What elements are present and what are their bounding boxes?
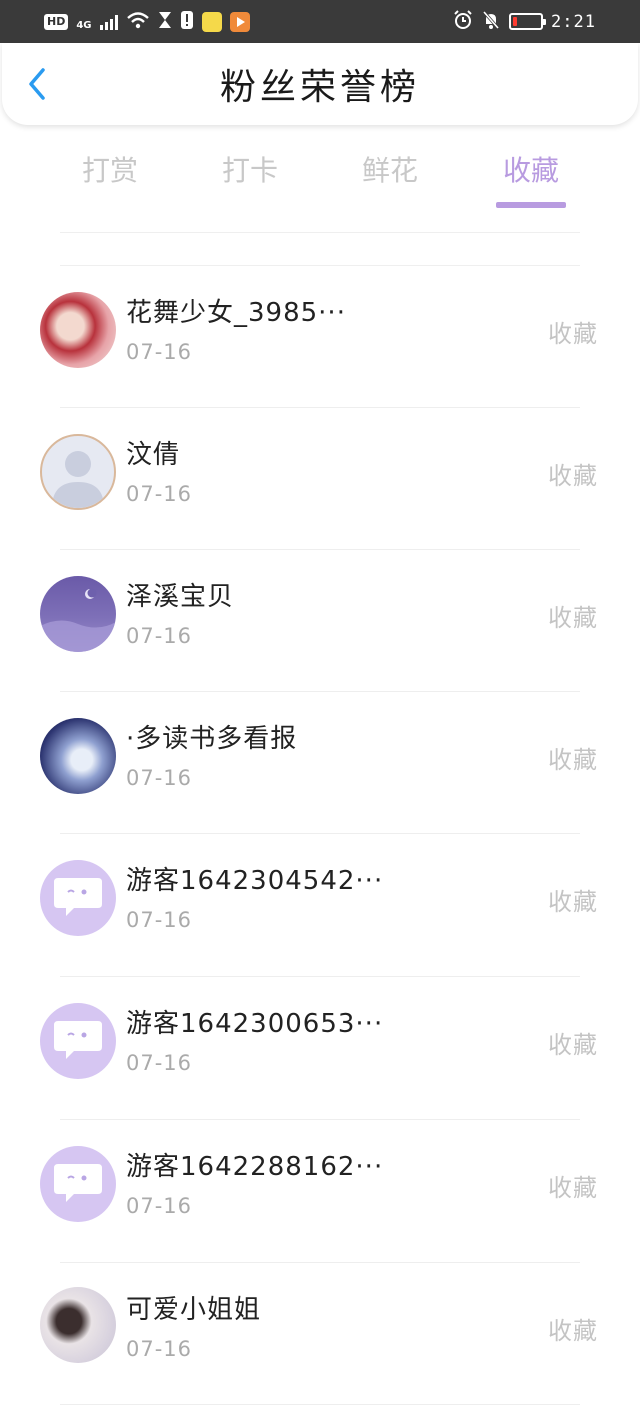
list-item[interactable]: ·多读书多看报 07-16 收藏 [0,692,640,834]
hd-badge: HD [44,13,69,30]
status-bar-left: HD 4G [44,10,250,34]
list-item[interactable]: 游客1642288162··· 07-16 收藏 [0,1120,640,1263]
chat-bubble-icon [54,1164,102,1202]
fan-name: 汶倩 [126,440,181,470]
page-title: 粉丝荣誉榜 [219,67,420,108]
favorite-label: 收藏 [548,746,598,774]
divider [60,1404,580,1405]
favorite-label: 收藏 [548,1031,598,1059]
tab-bar: 打赏 打卡 鲜花 收藏 [0,140,640,210]
tab-reward[interactable]: 打赏 [55,140,165,210]
fan-name: 可爱小姐姐 [126,1295,262,1325]
fan-name: 泽溪宝贝 [126,582,235,612]
fan-date: 07-16 [126,1337,193,1361]
page-header: 粉丝荣誉榜 [2,43,638,125]
avatar [40,860,116,936]
video-app-icon [229,11,250,32]
list-item[interactable]: 游客1642304542··· 07-16 收藏 [0,834,640,977]
list-item[interactable]: 游客1642300653··· 07-16 收藏 [0,977,640,1120]
fan-name: 花舞少女_3985··· [126,298,346,328]
wifi-icon [126,11,150,33]
fan-date: 07-16 [126,1051,193,1075]
fan-name: 游客1642288162··· [126,1152,384,1182]
tab-checkin[interactable]: 打卡 [195,140,305,210]
favorite-label: 收藏 [548,320,598,348]
list-item[interactable]: 可爱小姐姐 07-16 收藏 [0,1263,640,1405]
favorite-label: 收藏 [548,888,598,916]
avatar [40,576,116,652]
favorite-label: 收藏 [548,1317,598,1345]
avatar [40,434,116,510]
avatar [40,718,116,794]
chat-bubble-icon [54,1021,102,1059]
list-item[interactable]: 汶倩 07-16 收藏 [0,408,640,550]
avatar [40,1287,116,1363]
favorite-label: 收藏 [548,462,598,490]
avatar [40,1003,116,1079]
favorite-label: 收藏 [548,604,598,632]
tab-flowers[interactable]: 鲜花 [335,140,445,210]
avatar [40,1146,116,1222]
fan-date: 07-16 [126,1194,193,1218]
fan-date: 07-16 [126,340,193,364]
back-button[interactable] [20,65,54,103]
alert-icon [180,10,194,34]
active-tab-indicator [496,202,566,208]
divider [60,232,580,233]
status-bar: HD 4G 2:21 [0,0,640,43]
clock-time: 2:21 [551,11,596,32]
mute-bell-icon [481,10,501,34]
fan-name: ·多读书多看报 [126,724,298,754]
chevron-left-icon [29,68,45,100]
avatar [40,292,116,368]
fan-name: 游客1642300653··· [126,1009,384,1039]
network-type: 4G [76,19,92,31]
list-item[interactable]: 泽溪宝贝 07-16 收藏 [0,550,640,692]
alarm-icon [453,9,473,34]
chat-bubble-icon [54,878,102,916]
fan-name: 游客1642304542··· [126,866,384,896]
fan-date: 07-16 [126,766,193,790]
favorite-label: 收藏 [548,1174,598,1202]
signal-icon [99,14,118,30]
default-person-icon [52,451,104,508]
fan-date: 07-16 [126,908,193,932]
app-notification-icon [201,11,222,32]
fan-date: 07-16 [126,482,193,506]
battery-icon [509,13,547,30]
status-bar-right: 2:21 [453,9,596,34]
fan-date: 07-16 [126,624,193,648]
tab-favorites[interactable]: 收藏 [476,140,586,210]
hourglass-icon [158,11,172,33]
list-item[interactable]: 花舞少女_3985··· 07-16 收藏 [0,266,640,408]
